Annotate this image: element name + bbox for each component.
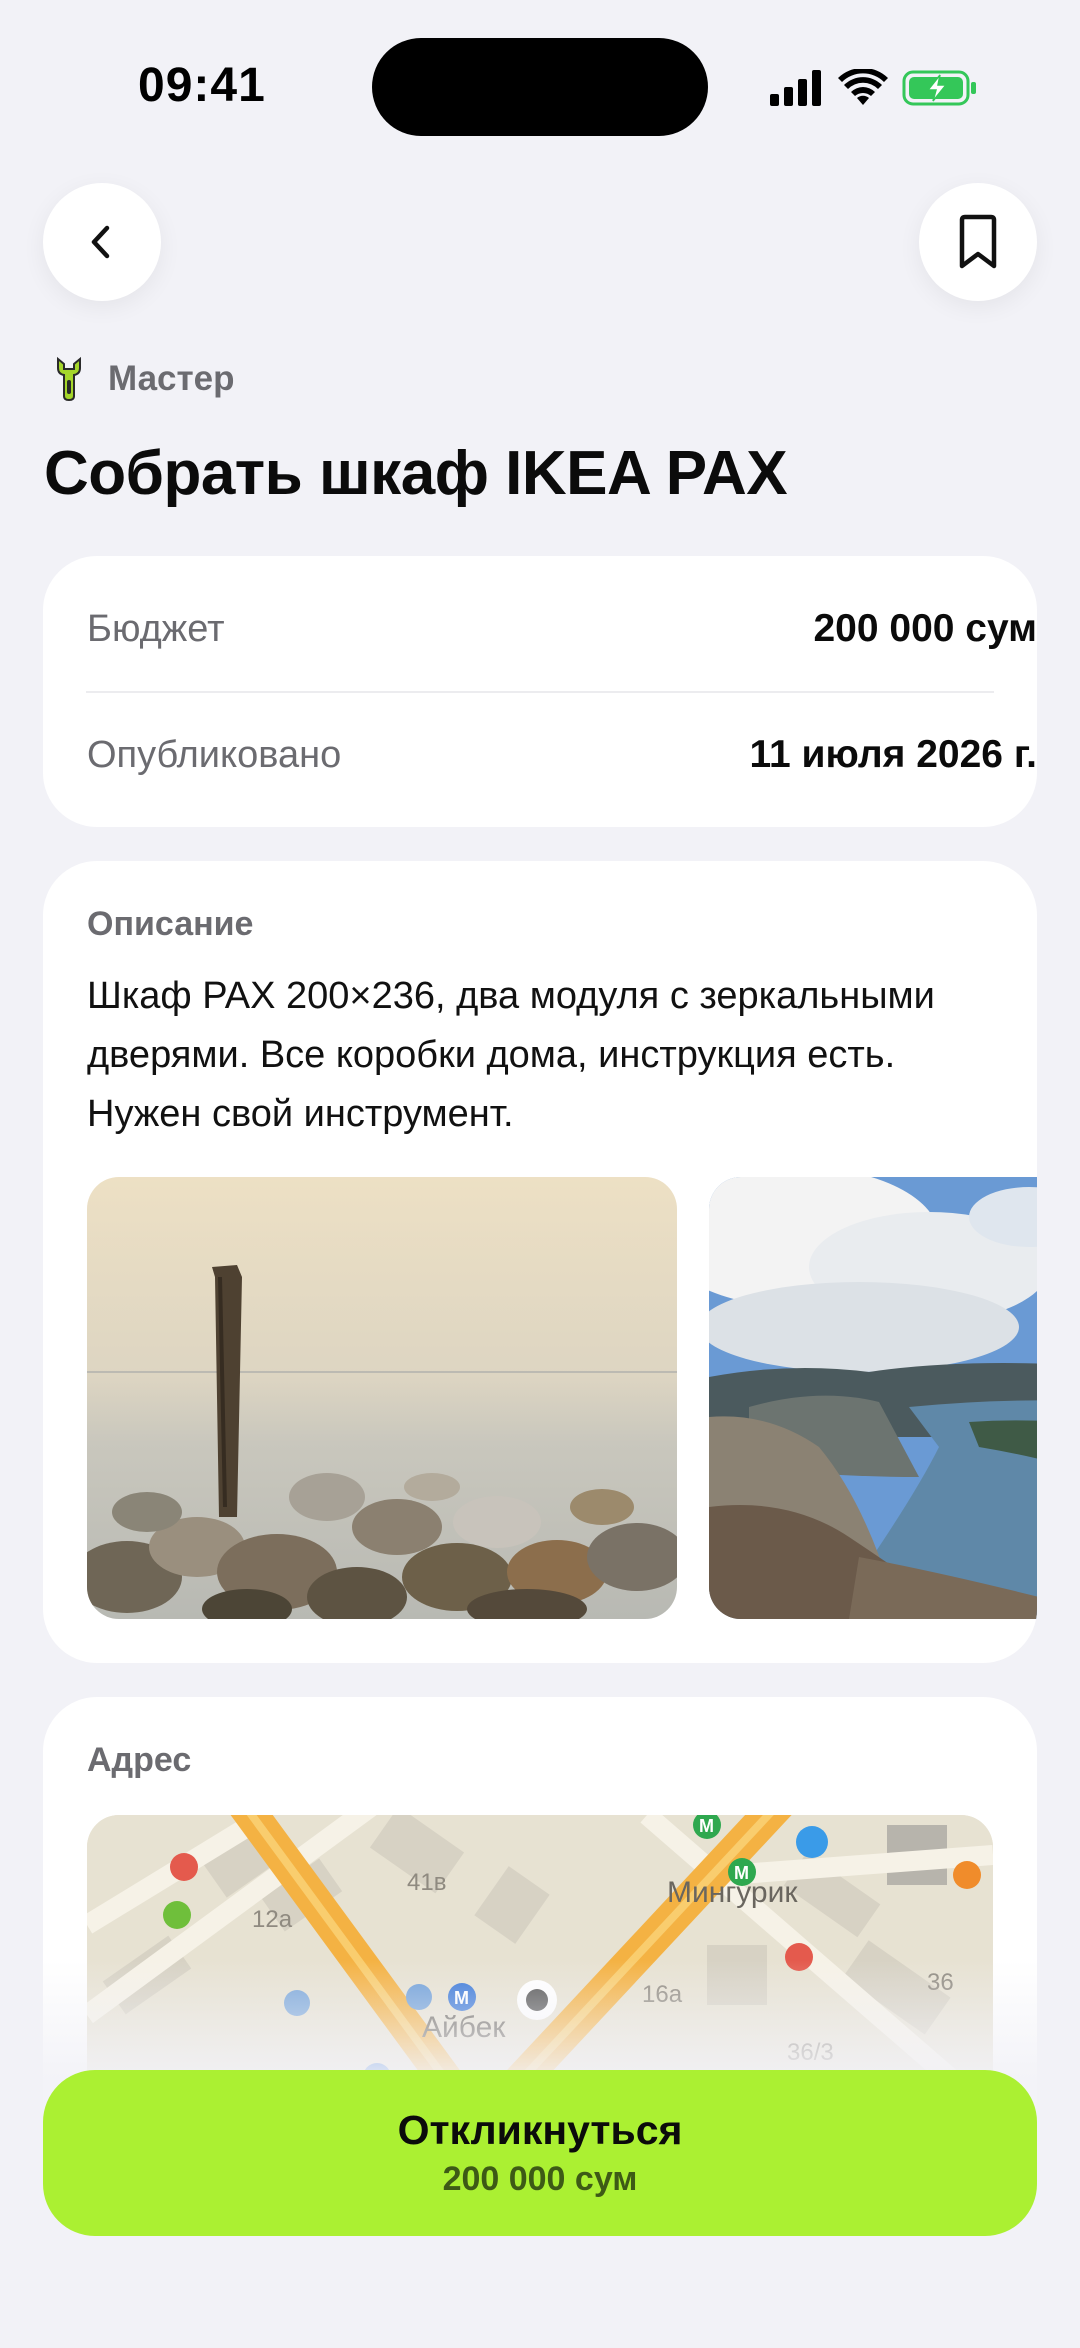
category-label: Мастер xyxy=(108,359,235,398)
status-icons xyxy=(770,62,978,114)
svg-text:41в: 41в xyxy=(407,1869,446,1896)
photo-fjord-image xyxy=(709,1177,1037,1619)
wifi-icon xyxy=(838,69,888,105)
budget-label: Бюджет xyxy=(87,607,225,650)
budget-row: Бюджет 200 000 сум xyxy=(87,596,1037,662)
bookmark-icon xyxy=(959,214,997,269)
bookmark-button[interactable] xyxy=(919,183,1037,301)
chevron-left-icon xyxy=(91,225,110,259)
description-text: Шкаф PAX 200×236, два модуля с зеркальны… xyxy=(87,975,935,1135)
svg-text:12а: 12а xyxy=(252,1906,293,1933)
respond-button[interactable]: Откликнуться 200 000 сум xyxy=(43,2070,1037,2236)
battery-charging-icon xyxy=(902,70,976,106)
published-row: Опубликовано 11 июля 2026 г. xyxy=(87,722,1037,788)
photo-fjord[interactable] xyxy=(709,1177,1037,1619)
published-label: Опубликовано xyxy=(87,733,342,776)
photo-pole-stones-image xyxy=(87,1177,677,1619)
back-button[interactable] xyxy=(43,183,161,301)
category: Мастер xyxy=(52,356,235,402)
budget-value: 200 000 сум xyxy=(813,607,1037,650)
page-title: Собрать шкаф IKEA PAX xyxy=(44,439,788,508)
signal-icon xyxy=(770,70,821,106)
svg-text:M: M xyxy=(734,1863,749,1883)
description-label: Описание xyxy=(87,905,254,943)
photo-pole-stones[interactable] xyxy=(87,1177,677,1619)
info-divider xyxy=(86,691,994,693)
respond-button-price: 200 000 сум xyxy=(442,2160,638,2198)
svg-text:M: M xyxy=(699,1816,714,1836)
status-bar: 09:41 xyxy=(0,0,1080,170)
description-card: Описание Шкаф PAX 200×236, два модуля с … xyxy=(43,861,1037,1663)
respond-button-label: Откликнуться xyxy=(397,2107,683,2153)
address-label: Адрес xyxy=(87,1741,192,1779)
dynamic-island xyxy=(372,38,708,136)
status-time: 09:41 xyxy=(138,59,266,112)
wrench-icon xyxy=(57,356,81,402)
published-value: 11 июля 2026 г. xyxy=(749,733,1037,776)
